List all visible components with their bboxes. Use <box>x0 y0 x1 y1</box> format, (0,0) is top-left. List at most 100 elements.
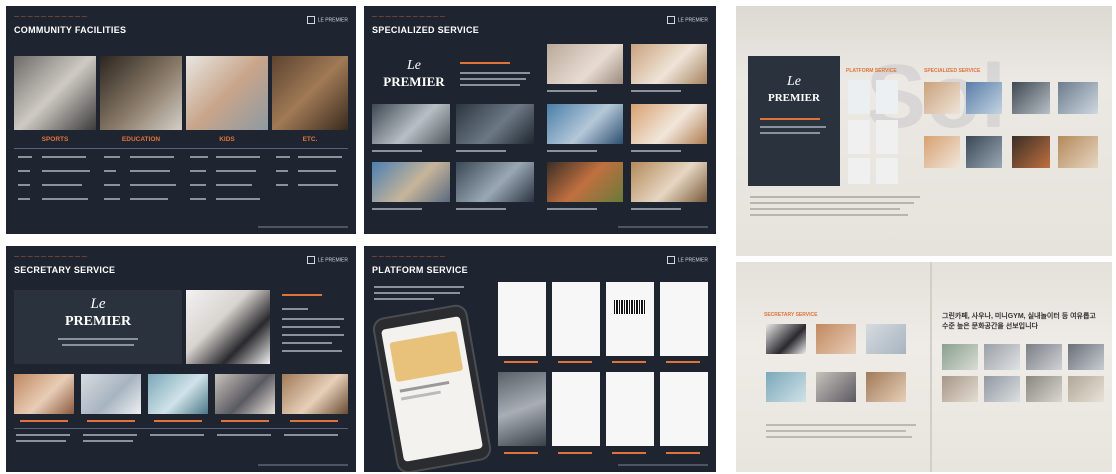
photo-service <box>1012 82 1050 114</box>
category-label: EDUCATION <box>121 136 161 143</box>
app-screen <box>498 282 546 356</box>
text-line <box>284 434 338 436</box>
text-line <box>104 198 120 200</box>
brand-wordmark: PREMIER <box>383 74 445 89</box>
text-line <box>190 156 208 158</box>
phone-text <box>401 390 441 401</box>
text-line <box>276 184 288 186</box>
text-line <box>190 184 206 186</box>
brand-wordmark: PREMIER <box>768 92 820 104</box>
text-line <box>216 184 252 186</box>
text-line <box>130 198 168 200</box>
caption <box>547 208 597 210</box>
text-line <box>750 214 908 216</box>
caption <box>20 420 68 422</box>
text-line <box>130 184 176 186</box>
photo-education <box>100 56 182 130</box>
app-screen <box>876 120 898 154</box>
photo-service <box>372 162 450 202</box>
caption <box>558 452 592 454</box>
text-line <box>282 294 322 296</box>
panel-secretary-service: — — — — — — — — — — — SECRETARY SERVICE … <box>6 246 356 472</box>
photo-service <box>14 374 74 414</box>
text-line <box>83 440 133 442</box>
caption <box>631 208 681 210</box>
brand-script: Le <box>407 58 421 73</box>
photo-service <box>148 374 208 414</box>
text-line <box>374 298 434 300</box>
photo-etc <box>272 56 348 130</box>
photo-service <box>631 162 707 202</box>
app-screen <box>552 372 600 446</box>
exhibition-wall-top: Sol Le PREMIER PLATFORM SERVICE SPECIALI… <box>736 6 1112 256</box>
category-label: KIDS <box>219 136 235 143</box>
photo-facility <box>984 376 1020 402</box>
photo-facility <box>942 344 978 370</box>
brand-logo: LE PREMIER <box>307 16 348 24</box>
text-line <box>760 132 820 134</box>
text-line <box>104 156 120 158</box>
photo-service <box>816 324 856 354</box>
brand-logo: LE PREMIER <box>307 256 348 264</box>
text-line <box>282 318 344 320</box>
text-line <box>104 170 116 172</box>
text-line <box>750 202 914 204</box>
text-line <box>460 72 530 74</box>
text-line <box>190 198 206 200</box>
text-line <box>766 424 916 426</box>
photo-service <box>547 44 623 84</box>
photo-service <box>547 162 623 202</box>
text-line <box>276 170 288 172</box>
category-label: SPORTS <box>41 136 69 143</box>
panel-supertitle: — — — — — — — — — — — <box>372 14 446 20</box>
footer-note <box>618 464 708 466</box>
app-screen <box>848 120 870 154</box>
caption <box>456 208 506 210</box>
photo-service <box>924 82 960 114</box>
panel-supertitle: — — — — — — — — — — — <box>14 254 88 260</box>
text-line <box>750 208 900 210</box>
secretary-service-label: SECRETARY SERVICE <box>764 312 818 318</box>
footer-note <box>258 464 348 466</box>
caption <box>221 420 269 422</box>
photo-service <box>81 374 141 414</box>
photo-service <box>866 324 906 354</box>
app-screen <box>606 282 654 356</box>
caption <box>631 150 681 152</box>
caption <box>504 452 538 454</box>
caption <box>290 420 338 422</box>
text-line <box>58 338 138 340</box>
text-line <box>760 126 826 128</box>
text-line <box>298 170 336 172</box>
app-screen <box>876 158 898 184</box>
app-screen <box>848 80 870 114</box>
photo-service <box>816 372 856 402</box>
caption <box>631 90 681 92</box>
text-line <box>16 440 66 442</box>
panel-title: SECRETARY SERVICE <box>14 265 116 275</box>
text-line <box>760 118 820 120</box>
phone-hero-image <box>389 330 464 383</box>
text-line <box>190 170 206 172</box>
caption <box>666 452 700 454</box>
specialized-service-label: SPECIALIZED SERVICE <box>924 68 981 74</box>
wall-divider <box>930 262 932 472</box>
text-line <box>374 286 464 288</box>
text-line <box>282 308 308 310</box>
text-line <box>276 156 290 158</box>
wall-korean-text: 그린카페, 사우나, 미니GYM, 실내놀이터 등 여유롭고 수준 높은 문화공… <box>942 313 1096 330</box>
text-line <box>217 434 271 436</box>
brand-script: Le <box>787 74 801 89</box>
photo-service <box>372 104 450 144</box>
text-line <box>83 434 137 436</box>
text-line <box>750 196 920 198</box>
photo-facility <box>942 376 978 402</box>
photo-service <box>215 374 275 414</box>
app-screen <box>552 282 600 356</box>
caption <box>666 361 700 363</box>
photo-gym <box>498 372 546 446</box>
text-line <box>460 78 526 80</box>
barcode-icon <box>614 300 646 314</box>
text-line <box>216 198 260 200</box>
text-line <box>460 62 510 64</box>
